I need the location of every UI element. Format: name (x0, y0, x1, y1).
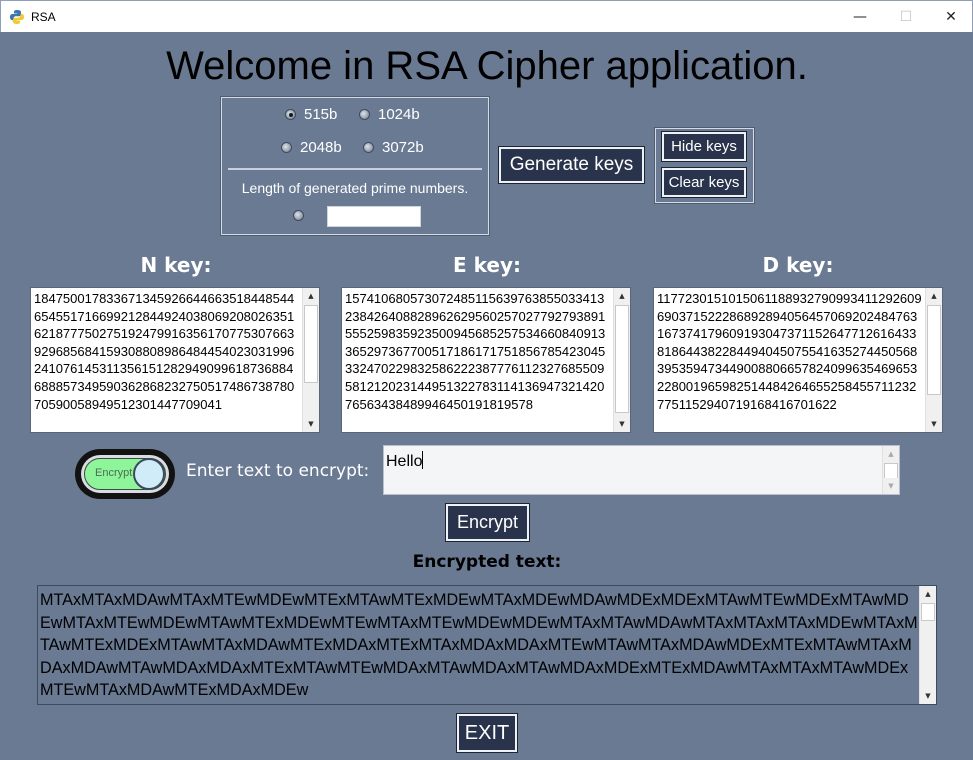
radio-label: 2048b (300, 139, 342, 156)
scroll-thumb[interactable] (304, 305, 318, 383)
prime-length-input[interactable] (327, 206, 421, 227)
clear-keys-button[interactable]: Clear keys (661, 167, 747, 198)
radio-1024b[interactable]: 1024b (359, 106, 420, 123)
e-key-textarea[interactable]: 1574106805730724851156397638550334132384… (341, 287, 631, 433)
radio-label: 515b (304, 106, 338, 123)
scroll-thumb[interactable] (884, 463, 898, 479)
generate-keys-button[interactable]: Generate keys (498, 146, 645, 184)
scroll-down-icon[interactable]: ▼ (883, 478, 899, 494)
encrypt-mode-toggle[interactable]: Encrypt (75, 449, 175, 499)
title-bar: RSA — ☐ ✕ (0, 0, 973, 32)
n-key-value: 1847500178336713459266446635184485446545… (34, 291, 295, 412)
encrypted-textarea[interactable]: MTAxMTAxMDAwMTAxMTEwMDEwMTExMTAwMTExMDEw… (37, 585, 937, 705)
scroll-up-icon[interactable]: ▲ (614, 288, 630, 304)
radio-button[interactable] (359, 109, 370, 120)
scroll-thumb[interactable] (921, 603, 935, 621)
d-key-value: 1177230151015061188932790993411292609690… (657, 291, 922, 412)
radio-button[interactable] (363, 142, 374, 153)
divider (228, 168, 482, 170)
scroll-up-icon[interactable]: ▲ (303, 288, 319, 304)
scrollbar[interactable]: ▲ ▼ (925, 288, 942, 432)
encrypted-text-label: Encrypted text: (412, 552, 562, 572)
hide-keys-button[interactable]: Hide keys (661, 131, 747, 162)
minimize-button[interactable]: — (837, 1, 883, 33)
key-length-panel: 515b 1024b 2048b 3072b Length of generat… (220, 96, 490, 236)
radio-label: 3072b (382, 139, 424, 156)
radio-label: 1024b (378, 106, 420, 123)
radio-515b[interactable]: 515b (285, 106, 337, 123)
toggle-label: Encrypt (95, 467, 133, 479)
app-body: Welcome in RSA Cipher application. 515b … (1, 32, 973, 760)
radio-button[interactable] (285, 109, 296, 120)
text-caret (422, 451, 424, 469)
scroll-down-icon[interactable]: ▼ (303, 416, 319, 432)
n-key-label: N key: (140, 253, 212, 277)
exit-button[interactable]: EXIT (456, 713, 518, 753)
prime-length-label: Length of generated prime numbers. (241, 180, 469, 196)
e-key-label: E key: (453, 253, 521, 277)
scroll-up-icon[interactable]: ▲ (920, 586, 936, 602)
n-key-textarea[interactable]: 1847500178336713459266446635184485446545… (30, 287, 320, 433)
plaintext-value: Hello (386, 453, 423, 470)
scrollbar[interactable]: ▲ ▼ (302, 288, 319, 432)
plaintext-input[interactable]: Hello ▲ ▼ (383, 445, 900, 495)
scroll-thumb[interactable] (927, 305, 941, 395)
window-title: RSA (31, 10, 56, 24)
toggle-knob[interactable] (133, 458, 165, 490)
encrypted-value: MTAxMTAxMDAwMTAxMTEwMDEwMTExMTAwMTExMDEw… (40, 591, 918, 699)
radio-button[interactable] (281, 142, 292, 153)
close-button[interactable]: ✕ (928, 1, 973, 33)
radio-custom-length[interactable] (293, 210, 312, 221)
scroll-down-icon[interactable]: ▼ (614, 416, 630, 432)
scroll-down-icon[interactable]: ▼ (920, 688, 936, 704)
scrollbar[interactable]: ▲ ▼ (919, 586, 936, 704)
scroll-up-icon[interactable]: ▲ (883, 446, 899, 462)
radio-3072b[interactable]: 3072b (363, 139, 424, 156)
radio-2048b[interactable]: 2048b (281, 139, 342, 156)
radio-button[interactable] (293, 210, 304, 221)
scroll-up-icon[interactable]: ▲ (926, 288, 942, 304)
scrollbar[interactable]: ▲ ▼ (613, 288, 630, 432)
e-key-value: 1574106805730724851156397638550334132384… (345, 291, 606, 412)
maximize-button[interactable]: ☐ (883, 1, 929, 33)
python-icon (10, 10, 24, 24)
d-key-label: D key: (762, 253, 834, 277)
encrypt-prompt-label: Enter text to encrypt: (186, 461, 370, 481)
encrypt-button[interactable]: Encrypt (445, 503, 530, 542)
scroll-thumb[interactable] (615, 305, 629, 413)
scroll-down-icon[interactable]: ▼ (926, 416, 942, 432)
page-title: Welcome in RSA Cipher application. (166, 44, 808, 88)
scrollbar[interactable]: ▲ ▼ (882, 446, 899, 494)
d-key-textarea[interactable]: 1177230151015061188932790993411292609690… (653, 287, 943, 433)
